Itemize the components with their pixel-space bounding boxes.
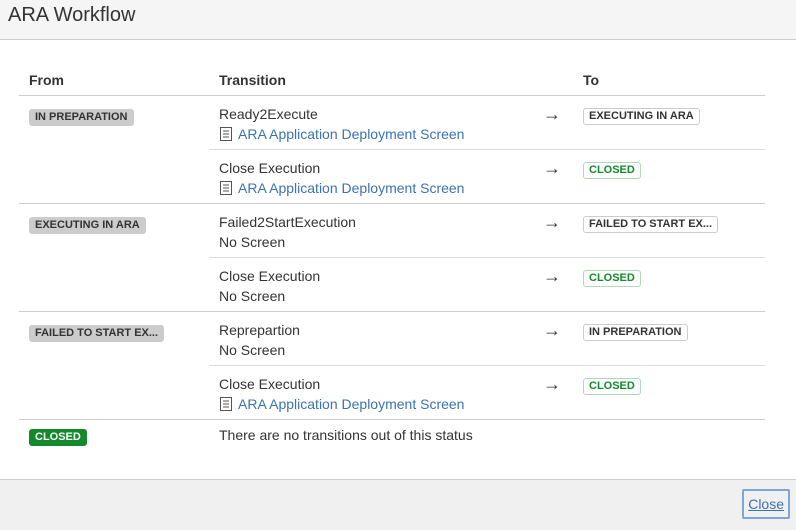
dialog-title: ARA Workflow [8,4,136,26]
from-status-lozenge: FAILED TO START EX... [29,325,165,342]
screen-name: No Screen [219,288,286,304]
table-row: FAILED TO START EX... Reprepartion No Sc… [19,311,765,420]
arrow: → [519,95,573,150]
workflow-table: From Transition To IN PREPARATION Ready2… [19,65,765,450]
from-status-lozenge: IN PREPARATION [29,109,134,126]
to-status-lozenge: FAILED TO START EX... [583,216,719,233]
transition-name: Failed2StartExecution [219,214,356,230]
arrow: → [519,203,573,258]
transition-name: Close Execution [219,268,321,284]
no-transitions-text: There are no transitions out of this sta… [219,427,473,443]
to-status-lozenge: IN PREPARATION [583,324,688,341]
to-status-lozenge: CLOSED [583,162,641,179]
screen-name: No Screen [219,342,286,358]
document-icon [220,127,232,141]
document-icon [220,397,232,411]
screen-name: No Screen [219,234,286,250]
transition-name: Reprepartion [219,322,300,338]
header-from: From [19,65,209,96]
header-to: To [573,65,765,96]
screen-link[interactable]: ARA Application Deployment Screen [238,396,464,412]
screen-link[interactable]: ARA Application Deployment Screen [238,180,464,196]
close-button[interactable]: Close [742,489,790,519]
to-status-lozenge: CLOSED [583,270,641,287]
table-header-row: From Transition To [19,65,765,96]
from-status-lozenge: CLOSED [29,429,87,446]
arrow: → [519,311,573,366]
table-row: IN PREPARATION Ready2Execute ARA Applica… [19,95,765,204]
from-status-lozenge: EXECUTING IN ARA [29,217,146,234]
transition-name: Close Execution [219,376,321,392]
dialog-header: ARA Workflow [0,0,796,40]
header-transition: Transition [209,65,519,96]
table-row: CLOSED There are no transitions out of t… [19,420,765,450]
to-status-lozenge: CLOSED [583,378,641,395]
arrow: → [519,257,573,312]
document-icon [220,181,232,195]
transition-name: Close Execution [219,160,321,176]
transition-name: Ready2Execute [219,106,318,122]
arrow: → [519,149,573,204]
to-status-lozenge: EXECUTING IN ARA [583,108,700,125]
workflow-content: From Transition To IN PREPARATION Ready2… [19,65,765,450]
table-row: EXECUTING IN ARA Failed2StartExecution N… [19,203,765,312]
dialog-footer: Close [0,479,796,530]
arrow: → [519,365,573,420]
screen-link[interactable]: ARA Application Deployment Screen [238,126,464,142]
